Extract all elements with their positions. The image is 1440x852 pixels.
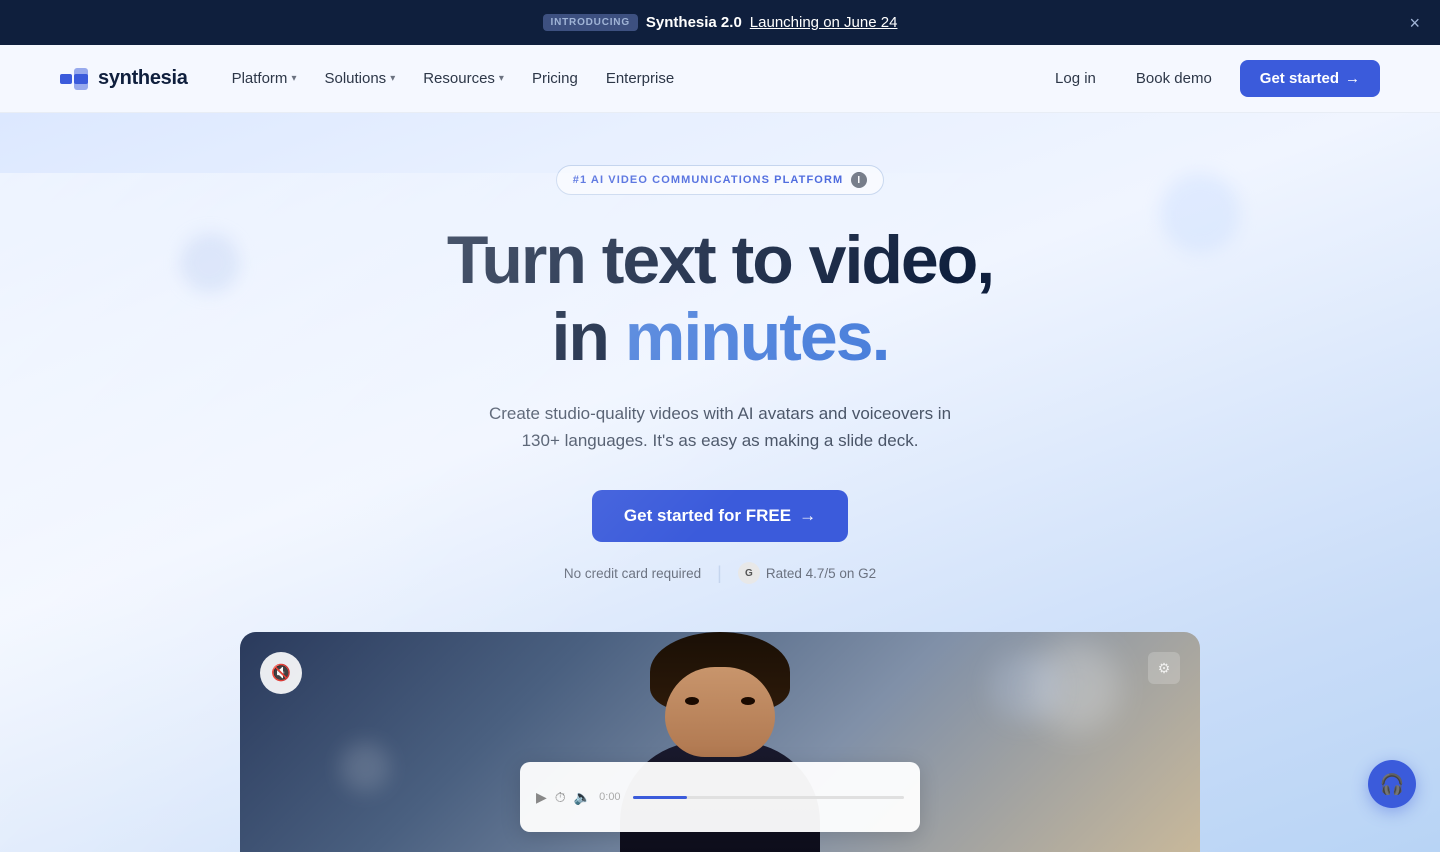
navbar: synthesia Platform ▾ Solutions ▾ Resourc… <box>0 45 1440 113</box>
bokeh-1 <box>1160 173 1240 253</box>
nav-item-pricing[interactable]: Pricing <box>520 62 590 95</box>
video-gear-icon[interactable]: ⚙ <box>1148 652 1180 684</box>
nav-left: synthesia Platform ▾ Solutions ▾ Resourc… <box>60 62 686 95</box>
launch-link[interactable]: Launching on June 24 <box>750 14 898 31</box>
mute-icon: 🔇 <box>271 663 291 683</box>
nav-pricing-label: Pricing <box>532 70 578 87</box>
hero-cta-button[interactable]: Get started for FREE → <box>592 490 848 542</box>
logo-text: synthesia <box>98 67 188 90</box>
nav-platform-label: Platform <box>232 70 288 87</box>
progress-bar[interactable] <box>633 796 904 799</box>
nav-solutions-label: Solutions <box>324 70 386 87</box>
nav-right: Log in Book demo Get started → <box>1043 60 1380 97</box>
cta-label: Get started for FREE <box>624 506 791 526</box>
hero-section: #1 AI VIDEO COMMUNICATIONS PLATFORM i Tu… <box>0 113 1440 852</box>
duration-text: 0:00 <box>599 791 620 803</box>
nav-item-enterprise[interactable]: Enterprise <box>594 62 686 95</box>
nav-item-platform[interactable]: Platform ▾ <box>220 62 309 95</box>
g2-logo: G <box>738 562 760 584</box>
no-cc-text: No credit card required <box>564 566 701 581</box>
g2-rating: Rated 4.7/5 on G2 <box>766 566 876 581</box>
login-link[interactable]: Log in <box>1043 62 1108 95</box>
logo[interactable]: synthesia <box>60 67 188 90</box>
announcement-bar: INTRODUCING Synthesia 2.0 Launching on J… <box>0 0 1440 45</box>
overlay-controls: ▶ ⏱ 🔈 0:00 <box>536 789 621 806</box>
get-started-label: Get started <box>1260 70 1339 87</box>
platform-chevron-icon: ▾ <box>291 73 296 84</box>
nav-item-resources[interactable]: Resources ▾ <box>411 62 516 95</box>
bokeh-2 <box>180 233 240 293</box>
trust-divider: | <box>717 563 722 584</box>
hero-subtitle: Create studio-quality videos with AI ava… <box>480 400 960 454</box>
resources-chevron-icon: ▾ <box>499 73 504 84</box>
gear-symbol: ⚙ <box>1158 660 1171 677</box>
title-in-prefix: in <box>552 299 625 375</box>
progress-fill <box>633 796 687 799</box>
video-preview: 🔇 ▶ ⏱ 🔈 0:00 <box>240 632 1200 852</box>
product-name: Synthesia 2.0 <box>646 14 742 31</box>
info-icon[interactable]: i <box>851 172 867 188</box>
time-icon: ⏱ <box>555 789 566 806</box>
nav-item-solutions[interactable]: Solutions ▾ <box>312 62 407 95</box>
hero-title-line2: in minutes. <box>552 298 889 376</box>
nav-enterprise-label: Enterprise <box>606 70 674 87</box>
nav-links: Platform ▾ Solutions ▾ Resources ▾ Prici… <box>220 62 687 95</box>
person-face <box>665 667 775 757</box>
title-accent: minutes. <box>625 299 889 375</box>
logo-icon <box>60 68 88 90</box>
arrow-icon: → <box>1345 70 1360 87</box>
video-bokeh-2 <box>990 652 1060 722</box>
solutions-chevron-icon: ▾ <box>390 73 395 84</box>
video-overlay-panel: ▶ ⏱ 🔈 0:00 <box>520 762 920 832</box>
play-icon[interactable]: ▶ <box>536 789 547 806</box>
hero-title-line1: Turn text to video, <box>447 223 993 298</box>
close-announcement-button[interactable]: × <box>1409 14 1420 32</box>
support-button[interactable]: 🎧 <box>1368 760 1416 808</box>
book-demo-link[interactable]: Book demo <box>1124 62 1224 95</box>
platform-badge: #1 AI VIDEO COMMUNICATIONS PLATFORM i <box>556 165 885 195</box>
nav-get-started-button[interactable]: Get started → <box>1240 60 1380 97</box>
cta-arrow-icon: → <box>799 506 816 526</box>
video-mute-button[interactable]: 🔇 <box>260 652 302 694</box>
nav-resources-label: Resources <box>423 70 495 87</box>
volume-icon: 🔈 <box>574 789 591 806</box>
introducing-badge: INTRODUCING <box>543 14 638 31</box>
badge-text: #1 AI VIDEO COMMUNICATIONS PLATFORM <box>573 174 844 186</box>
trust-line: No credit card required | G Rated 4.7/5 … <box>564 562 876 584</box>
support-icon: 🎧 <box>1380 772 1405 797</box>
video-bokeh-3 <box>340 742 390 792</box>
g2-badge: G Rated 4.7/5 on G2 <box>738 562 876 584</box>
